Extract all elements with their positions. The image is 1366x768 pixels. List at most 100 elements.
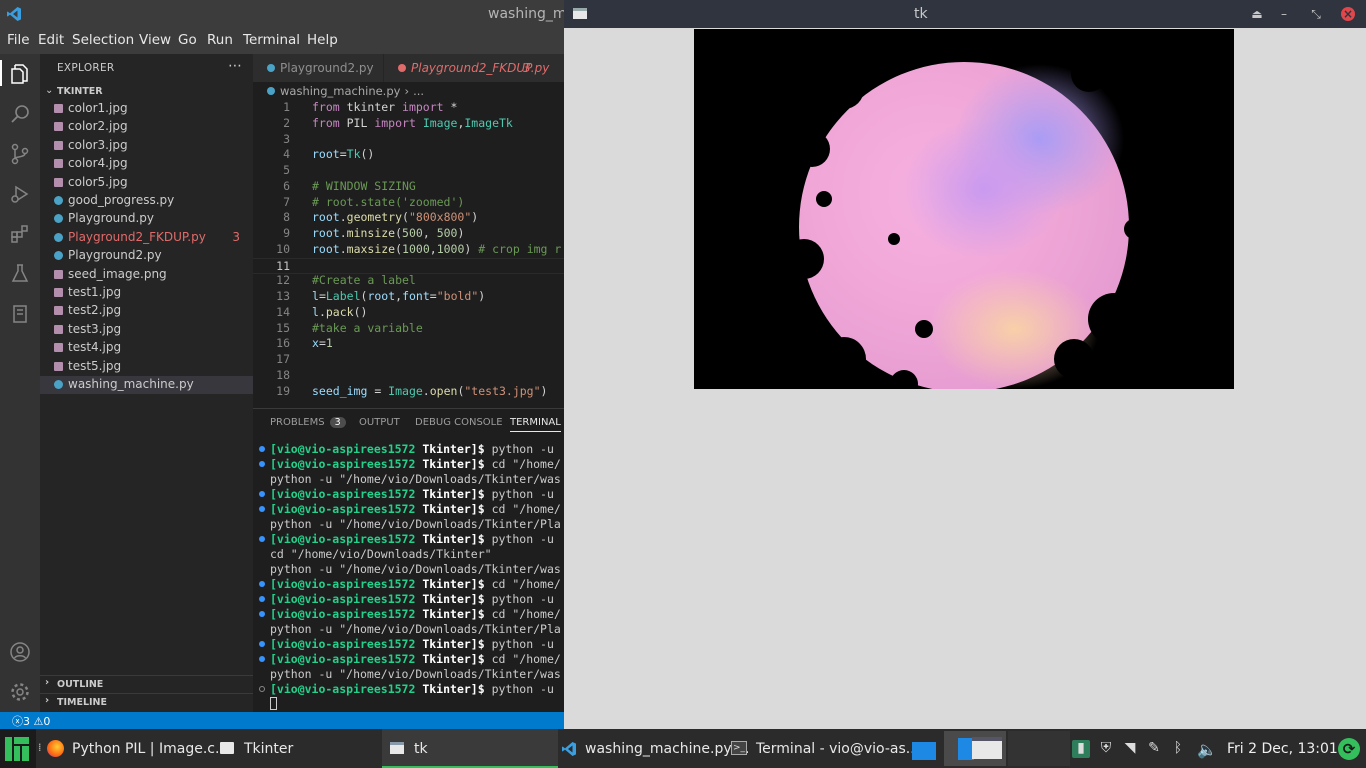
workspace-3[interactable] [1008, 731, 1070, 766]
more-actions-icon[interactable]: ⋯ [228, 58, 243, 74]
workspace-1[interactable] [908, 733, 942, 764]
file-name: color4.jpg [68, 156, 128, 171]
task-tk[interactable]: tk [382, 729, 558, 768]
terminal-text: [vio@vio-aspirees1572 Tkinter]$ python -… [270, 442, 554, 456]
file-item[interactable]: color4.jpg [40, 155, 253, 173]
tab-debug-console[interactable]: DEBUG CONSOLE [415, 417, 503, 428]
remote-explorer-icon[interactable] [8, 302, 32, 326]
image-canvas [694, 29, 1234, 389]
tab-problems[interactable]: PROBLEMS 3 [270, 417, 346, 428]
file-item[interactable]: color5.jpg [40, 174, 253, 192]
terminal-text: python -u "/home/vio/Downloads/Tkinter/w… [270, 667, 561, 681]
task-terminal[interactable]: >_ Terminal - vio@vio-as... [728, 729, 919, 768]
problems-badge: 3 [329, 417, 346, 428]
task-file-manager[interactable]: Tkinter [216, 729, 380, 768]
breadcrumb-file[interactable]: washing_machine.py [280, 84, 400, 98]
bluetooth-icon[interactable]: ᛒ [1169, 740, 1187, 758]
file-item[interactable]: color2.jpg [40, 118, 253, 136]
file-item[interactable]: test1.jpg [40, 284, 253, 302]
folder-tkinter[interactable]: ⌄ TKINTER [40, 83, 253, 101]
wifi-icon[interactable]: ◥ [1121, 740, 1139, 758]
explorer-icon[interactable] [8, 62, 32, 86]
restore-icon[interactable]: ⤡ [1309, 7, 1323, 21]
menu-run[interactable]: Run [207, 32, 233, 48]
minimize-icon[interactable]: – [1277, 7, 1291, 21]
battery-icon[interactable]: ▮ [1072, 740, 1090, 758]
task-vscode[interactable]: washing_machine.py ... [558, 729, 749, 768]
tab-playground2[interactable]: Playground2.py [253, 54, 384, 82]
clock[interactable]: Fri 2 Dec, 13:01 [1227, 741, 1338, 757]
shield-icon[interactable]: ⛨ [1097, 740, 1115, 758]
menu-edit[interactable]: Edit [38, 32, 64, 48]
image-file-icon [54, 104, 63, 113]
file-name: color3.jpg [68, 137, 128, 152]
tab-output[interactable]: OUTPUT [359, 417, 400, 428]
chevron-down-icon: ⌄ [45, 85, 54, 96]
close-icon[interactable]: × [1341, 7, 1355, 21]
file-name: test4.jpg [68, 340, 122, 355]
app-menu-button[interactable] [0, 729, 36, 768]
python-file-icon [267, 64, 275, 72]
file-item[interactable]: Playground2_FKDUP.py 3 [40, 229, 253, 247]
search-icon[interactable] [8, 102, 32, 126]
command-decoration-icon[interactable] [259, 506, 265, 512]
timeline-section[interactable]: › TIMELINE [40, 693, 253, 711]
file-item[interactable]: Playground2.py [40, 247, 253, 265]
menu-help[interactable]: Help [307, 32, 338, 48]
file-item[interactable]: test5.jpg [40, 358, 253, 376]
warning-icon: ⚠ [33, 715, 44, 728]
file-item[interactable]: Playground.py [40, 210, 253, 228]
source-control-icon[interactable] [8, 142, 32, 166]
workspace-window-icon [912, 742, 936, 760]
file-item[interactable]: seed_image.png [40, 266, 253, 284]
file-item[interactable]: washing_machine.py [40, 376, 253, 394]
power-icon[interactable]: ⟳ [1338, 738, 1360, 760]
file-item[interactable]: test3.jpg [40, 321, 253, 339]
file-item[interactable]: color3.jpg [40, 137, 253, 155]
command-decoration-icon[interactable] [259, 656, 265, 662]
run-debug-icon[interactable] [8, 182, 32, 206]
terminal-text: [vio@vio-aspirees1572 Tkinter]$ cd "/hom… [270, 652, 561, 666]
command-decoration-icon[interactable] [259, 536, 265, 542]
workspace-2[interactable] [944, 731, 1006, 766]
command-decoration-icon[interactable] [259, 491, 265, 497]
file-item[interactable]: color1.jpg [40, 100, 253, 118]
settings-gear-icon[interactable] [8, 680, 32, 704]
command-decoration-icon[interactable] [259, 446, 265, 452]
problems-status[interactable]: ⓧ3 ⚠0 [12, 713, 50, 729]
terminal-line: python -u "/home/vio/Downloads/Tkinter/w… [253, 562, 564, 577]
menu-go[interactable]: Go [178, 32, 197, 48]
menu-file[interactable]: File [7, 32, 30, 48]
account-icon[interactable] [8, 640, 32, 664]
tab-terminal[interactable]: TERMINAL [510, 417, 561, 432]
file-error-count: 3 [232, 229, 240, 244]
command-decoration-icon[interactable] [259, 581, 265, 587]
activity-bar [0, 54, 40, 712]
terminal-text: [vio@vio-aspirees1572 Tkinter]$ python -… [270, 487, 554, 501]
command-decoration-icon[interactable] [259, 641, 265, 647]
tab-playground2-fkdup[interactable]: Playground2_FKDUP.py 3 [384, 54, 564, 82]
command-decoration-icon[interactable] [259, 596, 265, 602]
volume-icon[interactable]: 🔈 [1197, 740, 1217, 759]
error-icon: ⓧ [12, 715, 23, 728]
breadcrumb-more[interactable]: ... [413, 84, 424, 98]
keep-above-icon[interactable]: ⏏ [1250, 7, 1264, 21]
terminal-text: python -u "/home/vio/Downloads/Tkinter/P… [270, 517, 561, 531]
code-text: root.geometry("800x800") [312, 210, 479, 225]
command-decoration-icon[interactable] [259, 686, 265, 692]
task-firefox[interactable]: Python PIL | Image.c... [44, 729, 228, 768]
file-item[interactable]: good_progress.py [40, 192, 253, 210]
file-name: Playground2.py [68, 248, 162, 263]
clipboard-icon[interactable]: ✎ [1145, 740, 1163, 758]
command-decoration-icon[interactable] [259, 611, 265, 617]
command-decoration-icon[interactable] [259, 461, 265, 467]
menu-selection[interactable]: Selection [72, 32, 134, 48]
testing-flask-icon[interactable] [8, 262, 32, 286]
extensions-icon[interactable] [8, 222, 32, 246]
outline-section[interactable]: › OUTLINE [40, 675, 253, 693]
line-number: 13 [276, 289, 290, 303]
menu-view[interactable]: View [139, 32, 171, 48]
menu-terminal[interactable]: Terminal [243, 32, 300, 48]
file-item[interactable]: test4.jpg [40, 339, 253, 357]
file-item[interactable]: test2.jpg [40, 302, 253, 320]
